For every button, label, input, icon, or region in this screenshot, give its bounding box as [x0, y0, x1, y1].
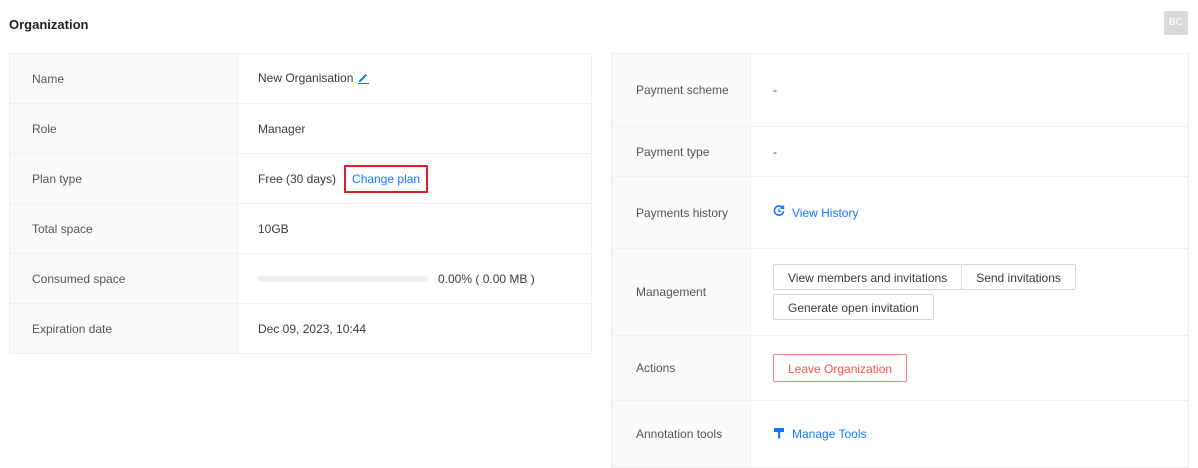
annotation-tools-cell: Manage Tools: [750, 400, 1189, 468]
plan-value-cell: Free (30 days) Change plan: [237, 153, 592, 204]
payments-history-label: Payments history: [611, 176, 751, 249]
consumed-space-row: Consumed space 0.00% ( 0.00 MB ): [9, 253, 592, 304]
management-cell: View members and invitations Send invita…: [750, 248, 1189, 336]
generate-open-invitation-button[interactable]: Generate open invitation: [773, 294, 934, 320]
name-value-cell: New Organisation: [237, 53, 592, 104]
history-icon: [773, 205, 792, 220]
actions-row: Actions Leave Organization: [611, 335, 1189, 401]
plan-type-value: Free (30 days): [258, 171, 337, 186]
payment-scheme-row: Payment scheme -: [611, 53, 1189, 127]
annotation-tools-label: Annotation tools: [611, 400, 751, 468]
management-row: Management View members and invitations …: [611, 248, 1189, 336]
plan-type-label: Plan type: [9, 153, 238, 204]
plan-row: Plan type Free (30 days) Change plan: [9, 153, 592, 204]
leave-organization-button[interactable]: Leave Organization: [773, 354, 908, 382]
payment-details-table: Payment scheme - Payment type - Payments…: [611, 53, 1189, 468]
progress-text: 0.00% ( 0.00 MB ): [438, 271, 535, 286]
manage-tools-label: Manage Tools: [792, 427, 867, 441]
progress-track: [258, 275, 428, 282]
payment-type-row: Payment type -: [611, 126, 1189, 177]
consumed-space-progress: 0.00% ( 0.00 MB ): [258, 272, 591, 286]
expiration-date-value: Dec 09, 2023, 10:44: [237, 303, 592, 354]
expiration-row: Expiration date Dec 09, 2023, 10:44: [9, 303, 592, 354]
consumed-space-cell: 0.00% ( 0.00 MB ): [237, 253, 592, 304]
actions-label: Actions: [611, 335, 751, 401]
annotation-tools-row: Annotation tools Manage Tools: [611, 400, 1189, 468]
view-history-link[interactable]: View History: [773, 205, 858, 220]
avatar[interactable]: BC: [1164, 11, 1188, 35]
manage-tools-link[interactable]: Manage Tools: [773, 427, 867, 442]
payment-type-label: Payment type: [611, 126, 751, 177]
role-row: Role Manager: [9, 103, 592, 154]
view-history-label: View History: [792, 205, 859, 220]
payments-history-row: Payments history View History: [611, 176, 1189, 249]
send-invitations-button[interactable]: Send invitations: [961, 264, 1076, 290]
change-plan-link[interactable]: Change plan: [344, 164, 429, 193]
payments-history-cell: View History: [750, 176, 1189, 249]
management-label: Management: [611, 248, 751, 336]
total-space-row: Total space 10GB: [9, 203, 592, 254]
role-value: Manager: [237, 103, 592, 154]
actions-cell: Leave Organization: [750, 335, 1189, 401]
management-buttons: View members and invitations Send invita…: [773, 264, 1103, 320]
name-row: Name New Organisation: [9, 53, 592, 104]
expiration-date-label: Expiration date: [9, 303, 238, 354]
organization-name: New Organisation: [258, 70, 354, 85]
edit-icon[interactable]: [357, 71, 370, 87]
tools-icon: [773, 427, 792, 442]
payment-scheme-value: -: [750, 53, 1189, 127]
name-label: Name: [9, 53, 238, 104]
total-space-label: Total space: [9, 203, 238, 254]
organization-details-table: Name New Organisation Role Manager Plan …: [9, 53, 592, 354]
total-space-value: 10GB: [237, 203, 592, 254]
page-title: Organization: [9, 17, 89, 32]
role-label: Role: [9, 103, 238, 154]
view-members-button[interactable]: View members and invitations: [773, 264, 963, 290]
payment-type-value: -: [750, 126, 1189, 177]
payment-scheme-label: Payment scheme: [611, 53, 751, 127]
consumed-space-label: Consumed space: [9, 253, 238, 304]
